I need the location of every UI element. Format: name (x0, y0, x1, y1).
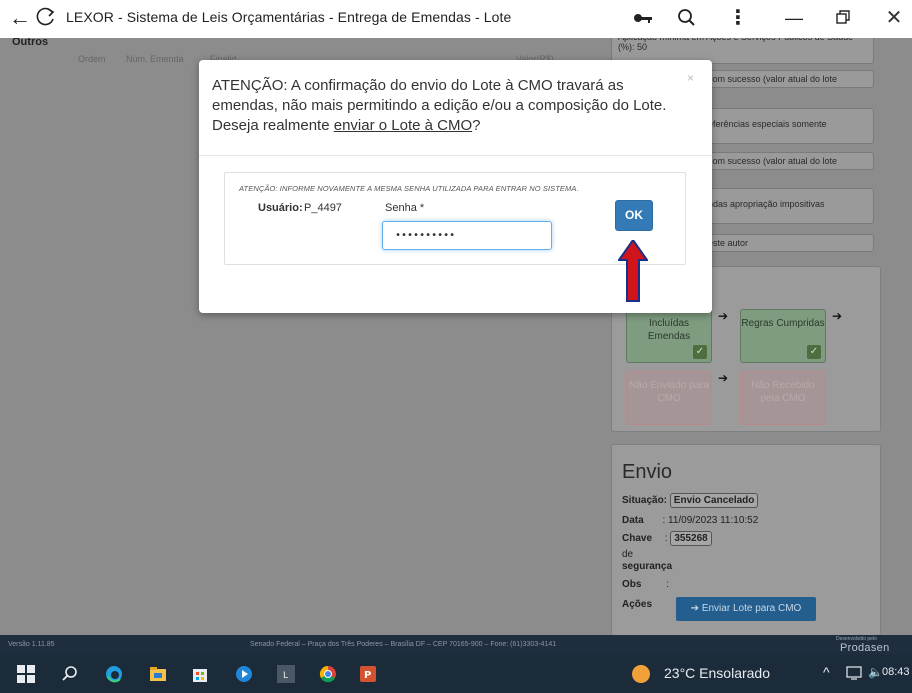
obs-row: Obs : (622, 579, 669, 590)
user-value: P_4497 (304, 202, 342, 214)
arrow-right-icon: ➔ (832, 309, 843, 323)
flow-step-label: Regras Cumpridas (741, 318, 825, 329)
dialog-divider (199, 155, 712, 156)
powerpoint-icon[interactable]: P (358, 664, 378, 684)
enviar-lote-button[interactable]: ➔ Enviar Lote para CMO (676, 597, 816, 621)
prodasen-logo: Prodasen (840, 642, 890, 654)
windows-taskbar: L P 23°C Ensolarado ^ 🔈 08:43 (0, 655, 912, 693)
more-options-icon[interactable]: ⋮ (728, 5, 748, 31)
back-arrow-icon[interactable]: ← (8, 6, 32, 30)
password-input[interactable]: •••••••••• (382, 221, 552, 250)
title-bar: ← LEXOR - Sistema de Leis Orçamentárias … (0, 0, 912, 38)
column-header: Ordem (78, 54, 106, 64)
de-label: de (622, 549, 634, 560)
status-badge: Envio Cancelado (669, 493, 759, 508)
volume-icon[interactable]: 🔈 (868, 665, 883, 679)
situacao-row: Situação: Envio Cancelado (622, 493, 759, 508)
file-explorer-icon[interactable] (148, 664, 168, 684)
envio-panel: Envio Situação: Envio Cancelado Data : 1… (611, 444, 881, 635)
user-label: Usuário: (258, 202, 303, 214)
svg-text:P: P (364, 670, 371, 681)
network-icon[interactable] (846, 665, 864, 681)
media-player-icon[interactable] (234, 664, 254, 684)
svg-text:L: L (283, 671, 288, 681)
check-icon: ✓ (807, 345, 821, 359)
chave-label: Chave (622, 533, 653, 544)
close-dialog-icon[interactable]: × (687, 71, 694, 85)
envio-title: Envio (622, 461, 673, 483)
minimize-icon[interactable]: — (782, 6, 806, 30)
flow-step-nao-recebido: Não Recebido pela CMO (740, 371, 826, 425)
close-window-icon[interactable]: ✕ (882, 5, 906, 31)
data-value: : 11/09/2023 11:10:52 (662, 515, 759, 526)
flow-step-nao-enviado: Não Enviado para CMO (626, 371, 712, 425)
chave-row: Chave : 355268 (622, 531, 712, 546)
dialog-message-end: ? (472, 117, 481, 134)
version-text: Versão 1.11.85 (8, 641, 55, 648)
restore-icon[interactable] (834, 8, 852, 26)
search-icon[interactable] (60, 664, 80, 684)
check-icon: ✓ (693, 345, 707, 359)
section-title: Outros (12, 38, 49, 48)
flow-step-regras: Regras Cumpridas ✓ (740, 309, 826, 363)
obs-value: : (666, 579, 670, 590)
data-label: Data (622, 515, 644, 526)
site-footer: Versão 1.11.85 Senado Federal – Praça do… (0, 635, 912, 655)
arrow-right-icon: ➔ (718, 309, 729, 323)
seguranca-label: segurança (622, 561, 673, 572)
flow-step-label: Incluídas Emendas (647, 318, 691, 342)
weather-text[interactable]: 23°C Ensolarado (664, 665, 770, 681)
address-text: Senado Federal – Praça dos Três Poderes … (250, 641, 557, 648)
zoom-icon[interactable] (676, 6, 698, 30)
send-lot-link[interactable]: enviar o Lote à CMO (334, 117, 472, 134)
flow-step-incluidas: Incluídas Emendas ✓ (626, 309, 712, 363)
obs-label: Obs (622, 579, 642, 590)
key-icon[interactable] (632, 8, 654, 28)
annotation-arrow-icon (618, 240, 648, 302)
password-label: Senha * (385, 202, 425, 214)
chevron-up-icon[interactable]: ^ (823, 664, 830, 680)
arrow-right-icon: ➔ (718, 371, 729, 385)
sun-weather-icon[interactable] (632, 665, 650, 683)
password-note: ATENÇÃO: INFORME NOVAMENTE A MESMA SENHA… (239, 184, 579, 193)
dialog-message: ATENÇÃO: A confirmação do envio do Lote … (212, 76, 692, 136)
chrome-browser-icon[interactable] (318, 664, 338, 684)
windows-start-icon[interactable] (16, 664, 36, 684)
ok-button[interactable]: OK (615, 200, 653, 231)
edge-browser-icon[interactable] (104, 664, 124, 684)
column-header: Núm. Emenda (126, 54, 184, 64)
chave-value: 355268 (670, 531, 712, 546)
store-icon[interactable] (190, 664, 210, 684)
data-row: Data : 11/09/2023 11:10:52 (622, 515, 758, 526)
lexor-app-icon[interactable]: L (276, 664, 296, 684)
reload-icon[interactable] (34, 6, 58, 30)
reauth-panel: ATENÇÃO: INFORME NOVAMENTE A MESMA SENHA… (224, 172, 686, 265)
acoes-label: Ações (622, 599, 653, 610)
clock-time[interactable]: 08:43 (882, 666, 910, 678)
situacao-label: Situação: (622, 495, 668, 506)
window-title: LEXOR - Sistema de Leis Orçamentárias - … (66, 9, 512, 25)
